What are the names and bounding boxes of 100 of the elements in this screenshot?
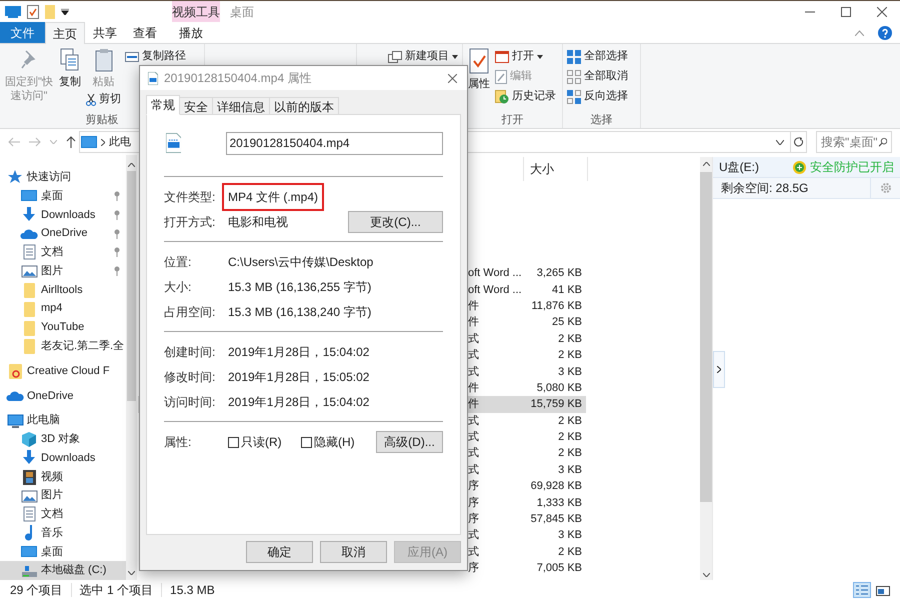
help-icon[interactable] xyxy=(878,26,892,40)
nav-item[interactable]: 桌面 xyxy=(0,542,126,562)
ribbon-button[interactable]: 反向选择 xyxy=(567,88,628,105)
field-label: 文件类型: xyxy=(164,188,216,206)
field-value: 2019年1月28日，15:05:02 xyxy=(228,368,370,386)
dialog-tab[interactable]: 常规 xyxy=(146,95,180,115)
nav-item[interactable]: mp4 xyxy=(0,299,126,318)
nav-item[interactable]: OneDrive xyxy=(0,224,126,244)
refresh-icon xyxy=(794,137,804,147)
nav-item[interactable]: 3D 对象 xyxy=(0,430,126,449)
back-arrow-icon[interactable] xyxy=(8,137,20,147)
field-label: 大小: xyxy=(164,278,192,296)
history-icon xyxy=(495,90,509,104)
close-icon xyxy=(877,6,887,16)
dropdown-caret-icon xyxy=(452,54,458,58)
new-item-icon xyxy=(388,50,402,62)
column-header[interactable]: 大小 xyxy=(524,157,588,181)
scrollbar-thumb[interactable] xyxy=(127,171,136,401)
forward-arrow-icon[interactable] xyxy=(29,137,41,147)
scrollbar-thumb[interactable] xyxy=(700,172,712,502)
dialog-button[interactable]: 确定 xyxy=(246,541,313,563)
field-label: 占用空间: xyxy=(164,304,216,320)
field-value: 15.3 MB (16,136,255 字节) xyxy=(228,278,372,296)
nav-item[interactable]: Downloads xyxy=(0,206,126,224)
select-all-icon xyxy=(567,50,581,64)
copy-icon xyxy=(60,48,80,72)
group-label: 选择 xyxy=(590,113,612,128)
ribbon-button[interactable]: 历史记录 xyxy=(495,88,556,105)
ribbon-button[interactable]: 全部取消 xyxy=(567,68,628,85)
drive-name: U盘(E:) xyxy=(719,159,759,176)
nav-item[interactable]: Creative Cloud F xyxy=(6,362,126,380)
ribbon-tab[interactable]: 文件 xyxy=(0,22,45,43)
name-field[interactable]: 20190128150404.mp4 xyxy=(226,132,443,154)
field-label: 属性: xyxy=(164,434,192,451)
change-button[interactable]: 更改(C)... xyxy=(348,210,443,232)
nav-item[interactable]: 此电脑 xyxy=(6,411,126,430)
refresh-button[interactable] xyxy=(790,132,806,152)
dialog-tab[interactable]: 以前的版本 xyxy=(269,97,339,115)
nav-item[interactable]: 文档 xyxy=(0,505,126,524)
ribbon-tab[interactable]: 主页 xyxy=(45,22,85,44)
ribbon-button[interactable]: 复制路径 xyxy=(125,48,186,65)
search-field[interactable]: 搜索"桌面" xyxy=(816,131,892,153)
ribbon-button[interactable]: 属性 xyxy=(467,48,491,91)
nav-item[interactable]: 文档 xyxy=(0,243,126,262)
field-value: 2019年1月28日，15:04:02 xyxy=(228,344,370,360)
chevron-icon xyxy=(101,138,105,146)
film-icon xyxy=(20,468,38,486)
expand-panel-button[interactable] xyxy=(713,351,725,388)
ribbon-button[interactable]: 复制 xyxy=(58,48,82,89)
field-value: C:\Users\云中传媒\Desktop xyxy=(228,254,374,270)
computer-icon xyxy=(81,136,97,148)
recent-caret-icon[interactable] xyxy=(50,140,57,144)
dropdown-caret-icon[interactable] xyxy=(776,140,784,144)
dialog-tab[interactable]: 详细信息 xyxy=(212,97,270,115)
nav-item[interactable]: 图片 xyxy=(0,486,126,506)
thumbnail-view-icon xyxy=(875,583,891,597)
ribbon-button[interactable]: 剪切 xyxy=(86,91,121,108)
nav-item[interactable]: 老友记.第二季.全 xyxy=(0,336,126,356)
scroll-down-icon xyxy=(128,571,135,575)
nav-item[interactable]: 本地磁盘 (C:) xyxy=(0,561,126,580)
breadcrumb[interactable]: 此电 xyxy=(109,134,131,150)
nav-item[interactable]: 桌面 xyxy=(0,186,126,206)
field-label: 位置: xyxy=(164,254,192,270)
checklist-icon[interactable] xyxy=(27,4,39,18)
scrollbar[interactable] xyxy=(126,155,137,580)
nav-item[interactable]: 图片 xyxy=(0,262,126,281)
scrollbar[interactable] xyxy=(700,157,712,580)
clipboard-icon xyxy=(94,48,114,72)
nav-item[interactable]: Airlltools xyxy=(0,280,126,300)
nav-item[interactable]: 快速访问 xyxy=(6,168,126,187)
scroll-down-icon xyxy=(702,573,710,577)
checkbox[interactable]: 只读(R) xyxy=(228,433,301,451)
nav-item[interactable]: Downloads xyxy=(0,448,126,468)
field-value: 电影和电视 xyxy=(228,214,288,230)
status-text: 29 个项目 xyxy=(10,582,63,599)
ribbon-button[interactable]: 新建项目 xyxy=(388,48,458,65)
checkbox[interactable]: 隐藏(H) xyxy=(301,433,374,451)
nav-item[interactable]: 音乐 xyxy=(0,524,126,543)
scroll-up-icon xyxy=(128,163,135,167)
folder-icon xyxy=(6,362,24,380)
ribbon-tab[interactable]: 查看 xyxy=(125,22,165,43)
select-none-icon xyxy=(567,70,581,84)
dialog-button[interactable]: 取消 xyxy=(320,541,387,563)
dropdown-caret-icon[interactable] xyxy=(61,8,69,14)
window-title: 桌面 xyxy=(229,4,254,20)
ribbon-button[interactable]: 全部选择 xyxy=(567,48,628,65)
ribbon-tab[interactable]: 共享 xyxy=(85,22,125,43)
nav-item[interactable]: YouTube xyxy=(0,318,126,337)
nav-item[interactable]: OneDrive xyxy=(6,386,126,406)
field-label: 创建时间: xyxy=(164,344,216,360)
nav-item[interactable]: 视频 xyxy=(0,467,126,486)
copy-path-icon xyxy=(125,52,139,62)
details-view-icon xyxy=(854,583,870,597)
ribbon-tab[interactable]: 播放 xyxy=(167,22,215,43)
collapse-ribbon-icon[interactable] xyxy=(855,30,864,36)
properties-icon xyxy=(469,48,489,74)
advanced-button[interactable]: 高级(D)... xyxy=(376,431,443,453)
video-file-icon xyxy=(148,72,158,84)
up-arrow-icon[interactable] xyxy=(66,136,76,148)
ribbon-button[interactable]: 打开 xyxy=(495,48,556,65)
